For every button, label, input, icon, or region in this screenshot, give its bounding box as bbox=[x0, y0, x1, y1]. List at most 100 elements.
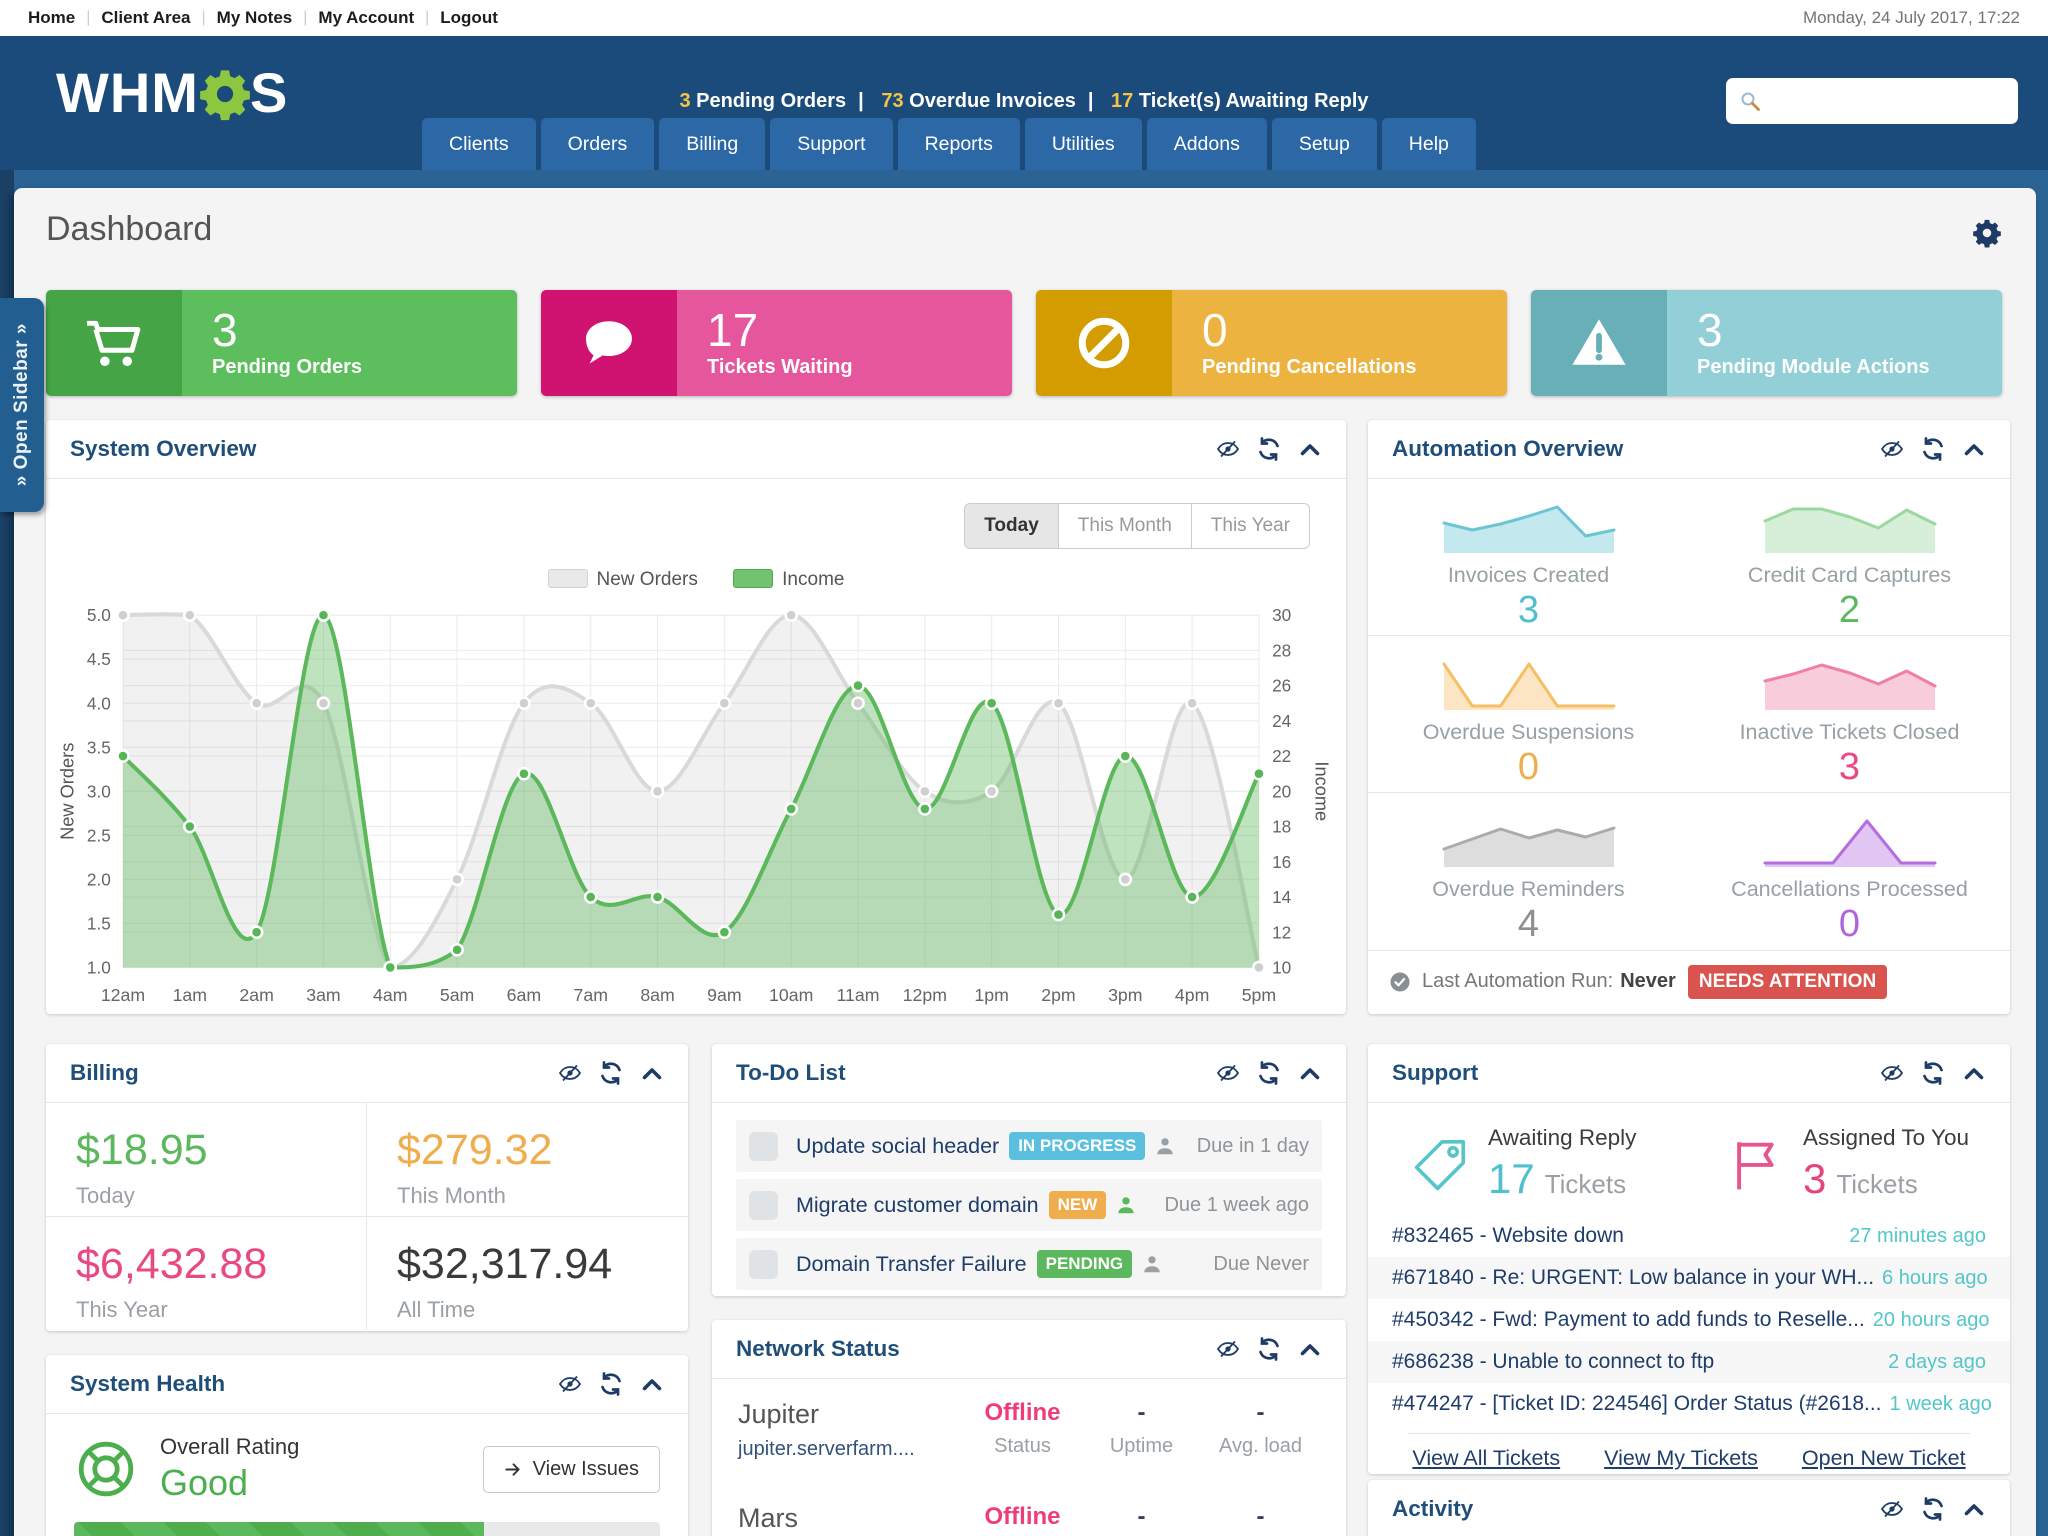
ticket-row[interactable]: #832465 - Website down 27 minutes ago bbox=[1368, 1215, 2010, 1257]
stat-pending-module-actions[interactable]: 3 Pending Module Actions bbox=[1531, 290, 2002, 396]
ticket-row[interactable]: #686238 - Unable to connect to ftp 2 days… bbox=[1368, 1341, 2010, 1383]
link-my-notes[interactable]: My Notes bbox=[217, 8, 293, 28]
billing-amount: $32,317.94 bbox=[397, 1240, 613, 1288]
link-client-area[interactable]: Client Area bbox=[101, 8, 190, 28]
chevron-up-icon[interactable] bbox=[1962, 1497, 1986, 1521]
view-issues-button[interactable]: View Issues bbox=[482, 1445, 660, 1493]
chevron-up-icon[interactable] bbox=[640, 1372, 664, 1396]
refresh-icon[interactable] bbox=[1921, 437, 1945, 461]
svg-text:2.0: 2.0 bbox=[87, 869, 111, 889]
chevron-up-icon[interactable] bbox=[1298, 437, 1322, 461]
panel-title: To-Do List bbox=[736, 1060, 846, 1085]
open-sidebar-tab[interactable]: » Open Sidebar » bbox=[0, 298, 44, 512]
billing-amount: $279.32 bbox=[397, 1126, 553, 1174]
alert-tickets-awaiting[interactable]: 17 Ticket(s) Awaiting Reply bbox=[1111, 90, 1369, 112]
nav-billing[interactable]: Billing bbox=[659, 118, 766, 170]
eye-slash-icon[interactable] bbox=[1880, 1497, 1904, 1521]
eye-slash-icon[interactable] bbox=[558, 1061, 582, 1085]
svg-text:26: 26 bbox=[1272, 676, 1291, 696]
range-this-month-button[interactable]: This Month bbox=[1057, 504, 1191, 548]
todo-item[interactable]: Migrate customer domain NEW Due 1 week a… bbox=[736, 1179, 1322, 1231]
refresh-icon[interactable] bbox=[1921, 1061, 1945, 1085]
todo-due: Due in 1 day bbox=[1196, 1134, 1309, 1157]
ticket-row[interactable]: #450342 - Fwd: Payment to add funds to R… bbox=[1368, 1299, 2010, 1341]
search-box[interactable] bbox=[1726, 78, 2018, 124]
eye-slash-icon[interactable] bbox=[1216, 1061, 1240, 1085]
stat-pending-orders[interactable]: 3 Pending Orders bbox=[46, 290, 517, 396]
nav-setup[interactable]: Setup bbox=[1271, 118, 1377, 170]
stat-tickets-waiting[interactable]: 17 Tickets Waiting bbox=[541, 290, 1012, 396]
nav-orders[interactable]: Orders bbox=[540, 118, 655, 170]
eye-slash-icon[interactable] bbox=[1880, 437, 1904, 461]
nav-addons[interactable]: Addons bbox=[1146, 118, 1267, 170]
nav-utilities[interactable]: Utilities bbox=[1024, 118, 1142, 170]
ticket-list: #832465 - Website down 27 minutes ago #67… bbox=[1368, 1215, 2010, 1425]
search-input[interactable] bbox=[1770, 89, 2006, 113]
chevron-up-icon[interactable] bbox=[1962, 1061, 1986, 1085]
nav-reports[interactable]: Reports bbox=[897, 118, 1020, 170]
ticket-time: 20 hours ago bbox=[1872, 1308, 1990, 1331]
view-my-tickets-link[interactable]: View My Tickets bbox=[1604, 1446, 1758, 1471]
chevron-up-icon[interactable] bbox=[1298, 1061, 1322, 1085]
server-row-jupiter[interactable]: Jupiter jupiter.serverfarm.... Offline St… bbox=[712, 1379, 1346, 1483]
stat-label: Tickets Waiting bbox=[707, 356, 853, 379]
health-progress-fill bbox=[74, 1522, 485, 1536]
chevron-up-icon[interactable] bbox=[1298, 1337, 1322, 1361]
refresh-icon[interactable] bbox=[599, 1372, 623, 1396]
server-row-mars[interactable]: Mars OfflineStatus -Uptime -Avg. load bbox=[712, 1483, 1346, 1536]
main-nav: Clients Orders Billing Support Reports U… bbox=[422, 118, 1476, 170]
todo-item[interactable]: Update social header IN PROGRESS Due in … bbox=[736, 1120, 1322, 1172]
chevron-up-icon[interactable] bbox=[640, 1061, 664, 1085]
refresh-icon[interactable] bbox=[599, 1061, 623, 1085]
server-uptime: - bbox=[1137, 1503, 1146, 1530]
chat-icon bbox=[580, 314, 638, 372]
server-name: Mars bbox=[738, 1503, 798, 1533]
range-today-button[interactable]: Today bbox=[965, 504, 1058, 548]
eye-slash-icon[interactable] bbox=[1216, 437, 1240, 461]
todo-checkbox[interactable] bbox=[749, 1131, 778, 1161]
ticket-row[interactable]: #474247 - [Ticket ID: 224546] Order Stat… bbox=[1368, 1383, 2010, 1425]
ban-icon bbox=[1075, 314, 1133, 372]
refresh-icon[interactable] bbox=[1921, 1497, 1945, 1521]
link-my-account[interactable]: My Account bbox=[318, 8, 414, 28]
todo-item[interactable]: Domain Transfer Failure PENDING Due Neve… bbox=[736, 1238, 1322, 1290]
svg-text:2am: 2am bbox=[239, 985, 273, 1005]
link-home[interactable]: Home bbox=[28, 8, 75, 28]
alert-pending-orders[interactable]: 3 Pending Orders bbox=[679, 90, 875, 112]
nav-help[interactable]: Help bbox=[1381, 118, 1476, 170]
todo-checkbox[interactable] bbox=[749, 1190, 778, 1220]
svg-text:3pm: 3pm bbox=[1108, 985, 1142, 1005]
nav-support[interactable]: Support bbox=[770, 118, 893, 170]
alert-overdue-invoices[interactable]: 73 Overdue Invoices bbox=[881, 90, 1105, 112]
svg-text:3.0: 3.0 bbox=[87, 781, 111, 801]
system-overview-chart[interactable]: 1.0 1.5 2.0 2.5 3.0 3.5 4.0 4.5 5.0 10 12 14 16 18 20 2… bbox=[58, 605, 1330, 1012]
link-logout[interactable]: Logout bbox=[440, 8, 498, 28]
eye-slash-icon[interactable] bbox=[558, 1372, 582, 1396]
svg-text:Income: Income bbox=[1312, 761, 1330, 821]
stat-pending-cancellations[interactable]: 0 Pending Cancellations bbox=[1036, 290, 1507, 396]
stat-value: 0 bbox=[1202, 303, 1228, 356]
refresh-icon[interactable] bbox=[1257, 1061, 1281, 1085]
svg-text:12am: 12am bbox=[101, 985, 145, 1005]
view-all-tickets-link[interactable]: View All Tickets bbox=[1412, 1446, 1560, 1471]
svg-text:1am: 1am bbox=[173, 985, 207, 1005]
automation-cell-invoices-created: Invoices Created 3 bbox=[1368, 479, 1689, 636]
ticket-row[interactable]: #671840 - Re: URGENT: Low balance in you… bbox=[1368, 1257, 2010, 1299]
dashboard-settings-gear-icon[interactable] bbox=[1972, 218, 2002, 248]
range-this-year-button[interactable]: This Year bbox=[1190, 504, 1309, 548]
eye-slash-icon[interactable] bbox=[1880, 1061, 1904, 1085]
refresh-icon[interactable] bbox=[1257, 1337, 1281, 1361]
open-new-ticket-link[interactable]: Open New Ticket bbox=[1802, 1446, 1966, 1471]
needs-attention-badge[interactable]: NEEDS ATTENTION bbox=[1687, 964, 1888, 999]
todo-checkbox[interactable] bbox=[749, 1249, 778, 1279]
eye-slash-icon[interactable] bbox=[1216, 1337, 1240, 1361]
support-stat-label: Awaiting Reply bbox=[1488, 1125, 1637, 1150]
chevron-up-icon[interactable] bbox=[1962, 437, 1986, 461]
legend-label: New Orders bbox=[596, 569, 698, 590]
server-name: Jupiter bbox=[738, 1399, 820, 1429]
todo-task-title: Update social header bbox=[796, 1133, 1000, 1158]
nav-clients[interactable]: Clients bbox=[422, 118, 536, 170]
svg-text:3am: 3am bbox=[306, 985, 340, 1005]
refresh-icon[interactable] bbox=[1257, 437, 1281, 461]
billing-grid: $18.95 Today $279.32 This Month $6,432.8… bbox=[46, 1103, 688, 1330]
